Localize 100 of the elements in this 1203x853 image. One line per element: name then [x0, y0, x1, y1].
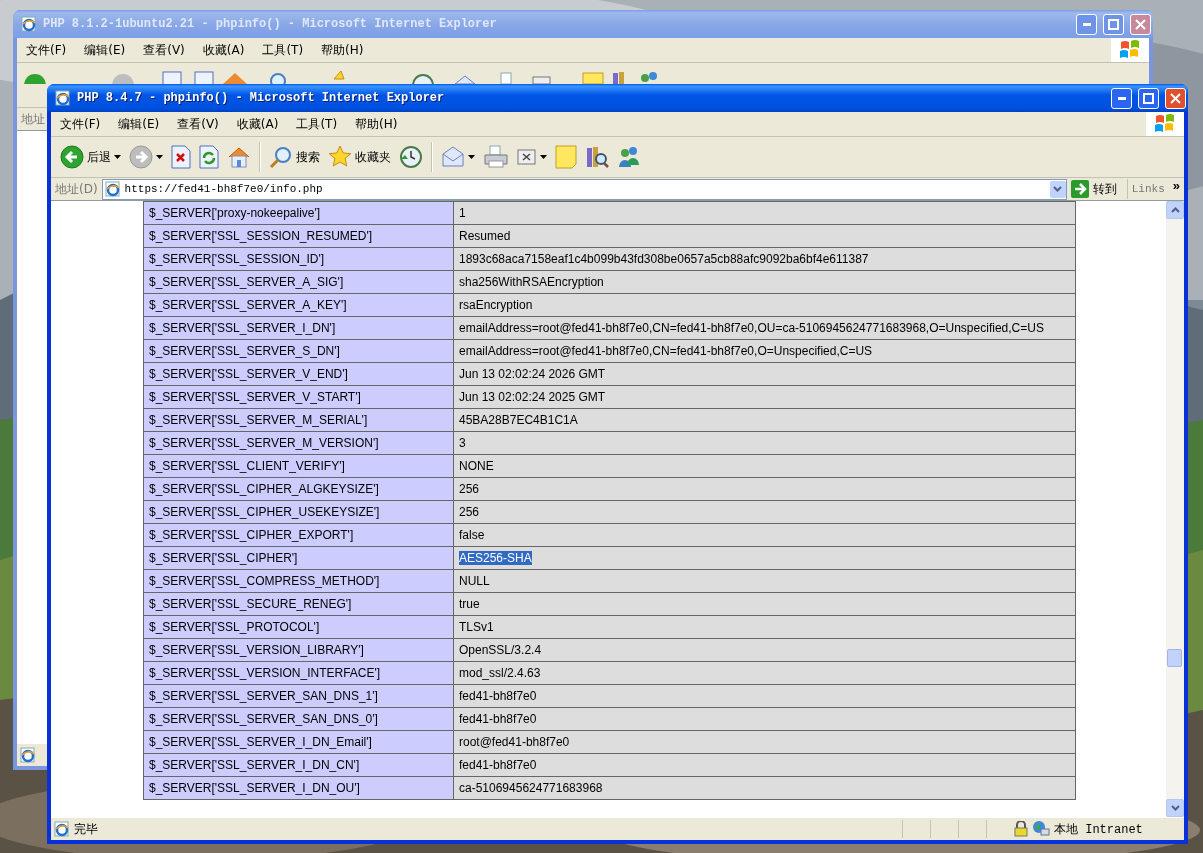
- table-cell: Jun 13 02:02:24 2026 GMT: [453, 362, 1076, 386]
- table-cell: fed41-bh8f7e0: [453, 707, 1076, 731]
- address-label: 地址(D): [55, 180, 98, 198]
- caret-icon[interactable]: [156, 155, 163, 159]
- toolbar-button[interactable]: 搜索: [266, 140, 323, 174]
- table-cell: $_SERVER['SSL_SERVER_SAN_DNS_1']: [143, 684, 454, 708]
- windows-logo: [1154, 114, 1176, 134]
- menu-item[interactable]: 编辑(E): [109, 115, 169, 133]
- scroll-down-button[interactable]: [1166, 799, 1184, 817]
- padlock-icon: [1014, 821, 1028, 837]
- arrow-right-icon: [1070, 180, 1089, 198]
- links-button[interactable]: Links: [1126, 179, 1169, 199]
- table-cell: $_SERVER['SSL_CIPHER_USEKEYSIZE']: [143, 500, 454, 524]
- menu-item[interactable]: 帮助(H): [312, 41, 373, 59]
- close-icon: [1135, 18, 1146, 30]
- table-cell: $_SERVER['SSL_CIPHER_EXPORT']: [143, 523, 454, 547]
- maximize-icon: [1143, 92, 1154, 104]
- maximize-button[interactable]: [1103, 13, 1124, 35]
- refresh-icon: [199, 145, 219, 169]
- minimize-button[interactable]: [1111, 87, 1132, 109]
- scroll-thumb[interactable]: [1167, 649, 1182, 667]
- table-cell: mod_ssl/2.4.63: [453, 661, 1076, 685]
- table-cell: $_SERVER['SSL_CIPHER_ALGKEYSIZE']: [143, 477, 454, 501]
- table-cell: fed41-bh8f7e0: [453, 753, 1076, 777]
- chevron-down-icon: [1053, 186, 1063, 192]
- table-cell: 45BA28B7EC4B1C1A: [453, 408, 1076, 432]
- menu-item[interactable]: 编辑(E): [75, 41, 135, 59]
- table-cell: $_SERVER['SSL_VERSION_INTERFACE']: [143, 661, 454, 685]
- caret-icon[interactable]: [114, 155, 121, 159]
- menu-item[interactable]: 查看(V): [168, 115, 228, 133]
- table-cell: $_SERVER['SSL_SERVER_SAN_DNS_0']: [143, 707, 454, 731]
- table-cell: $_SERVER['SSL_VERSION_LIBRARY']: [143, 638, 454, 662]
- table-cell: $_SERVER['SSL_SESSION_ID']: [143, 247, 454, 271]
- close-icon: [1170, 92, 1181, 104]
- menu-item[interactable]: 收藏(A): [193, 41, 254, 59]
- table-cell: AES256-SHA: [453, 546, 1076, 570]
- close-button[interactable]: [1130, 13, 1151, 35]
- ie-icon: [104, 181, 121, 197]
- table-cell: $_SERVER['SSL_SECURE_RENEG']: [143, 592, 454, 616]
- go-button[interactable]: 转到: [1070, 179, 1123, 199]
- table-cell: $_SERVER['SSL_COMPRESS_METHOD']: [143, 569, 454, 593]
- history-clock-icon: [399, 145, 423, 169]
- table-cell: emailAddress=root@fed41-bh8f7e0,CN=fed41-bh8f7e0,OU=ca-5106945624771683968,O=Unspecified,C=US: [453, 316, 1076, 340]
- status-text: 完毕: [74, 820, 98, 838]
- table-cell: 1: [453, 201, 1076, 225]
- window-title: PHP 8.4.7 - phpinfo() - Microsoft Internet Explorer: [77, 91, 446, 105]
- envelope-icon: [441, 145, 465, 169]
- table-cell: $_SERVER['SSL_SERVER_M_VERSION']: [143, 431, 454, 455]
- table-cell: emailAddress=root@fed41-bh8f7e0,CN=fed41-bh8f7e0,O=Unspecified,C=US: [453, 339, 1076, 363]
- table-cell: true: [453, 592, 1076, 616]
- star-icon: [328, 145, 352, 169]
- menu-item[interactable]: 文件(F): [51, 115, 110, 133]
- table-cell: 256: [453, 477, 1076, 501]
- table-cell: 256: [453, 500, 1076, 524]
- table-cell: $_SERVER['SSL_SERVER_V_START']: [143, 385, 454, 409]
- toolbar-button[interactable]: 收藏夹: [325, 140, 394, 174]
- menu-item[interactable]: 查看(V): [134, 41, 194, 59]
- dropdown-button[interactable]: [1049, 180, 1066, 198]
- caret-icon[interactable]: [468, 155, 475, 159]
- table-cell: 1893c68aca7158eaf1c4b099b43fd308be0657a5cb88afc9092ba6bf4e611387: [453, 247, 1076, 271]
- menu-item[interactable]: 收藏(A): [227, 115, 288, 133]
- table-cell: ca-5106945624771683968: [453, 776, 1076, 800]
- menu-item[interactable]: 帮助(H): [346, 115, 407, 133]
- minimize-button[interactable]: [1076, 13, 1097, 35]
- ie-icon: [54, 821, 70, 837]
- table-cell: Jun 13 02:02:24 2025 GMT: [453, 385, 1076, 409]
- table-cell: $_SERVER['proxy-nokeepalive']: [143, 201, 454, 225]
- table-cell: $_SERVER['SSL_SERVER_V_END']: [143, 362, 454, 386]
- table-cell: Resumed: [453, 224, 1076, 248]
- scrollbar[interactable]: [1166, 201, 1184, 817]
- table-cell: OpenSSL/3.2.4: [453, 638, 1076, 662]
- table-cell: $_SERVER['SSL_CLIENT_VERIFY']: [143, 454, 454, 478]
- menu-item[interactable]: 文件(F): [17, 41, 76, 59]
- ie-icon: [21, 16, 37, 32]
- menu-item[interactable]: 工具(T): [287, 115, 347, 133]
- scroll-up-button[interactable]: [1166, 201, 1184, 219]
- table-cell: $_SERVER['SSL_SERVER_S_DN']: [143, 339, 454, 363]
- table-cell: rsaEncryption: [453, 293, 1076, 317]
- maximize-button[interactable]: [1138, 87, 1159, 109]
- table-cell: $_SERVER['SSL_SERVER_M_SERIAL']: [143, 408, 454, 432]
- minimize-icon: [1082, 22, 1091, 26]
- toolbar-button[interactable]: 后退: [57, 140, 124, 174]
- window-title: PHP 8.1.2-1ubuntu2.21 - phpinfo() - Microsoft Internet Explorer: [43, 17, 498, 31]
- table-cell: NONE: [453, 454, 1076, 478]
- address-field[interactable]: https://fed41-bh8f7e0/info.php: [101, 178, 1067, 200]
- table-cell: fed41-bh8f7e0: [453, 684, 1076, 708]
- chevron-down-icon: [1170, 805, 1180, 811]
- close-button[interactable]: [1165, 87, 1186, 109]
- table-cell: TLSv1: [453, 615, 1076, 639]
- table-cell: $_SERVER['SSL_SERVER_I_DN_CN']: [143, 753, 454, 777]
- house-icon: [227, 145, 251, 169]
- search-icon: [269, 145, 293, 169]
- table-cell: $_SERVER['SSL_SERVER_A_KEY']: [143, 293, 454, 317]
- chevron-button[interactable]: »: [1172, 177, 1184, 201]
- table-cell: $_SERVER['SSL_CIPHER']: [143, 546, 454, 570]
- globe-computer-icon: [1032, 820, 1050, 838]
- document-icon: [517, 147, 537, 167]
- address-label: 地址: [21, 110, 45, 128]
- menu-item[interactable]: 工具(T): [253, 41, 313, 59]
- caret-icon[interactable]: [540, 155, 547, 159]
